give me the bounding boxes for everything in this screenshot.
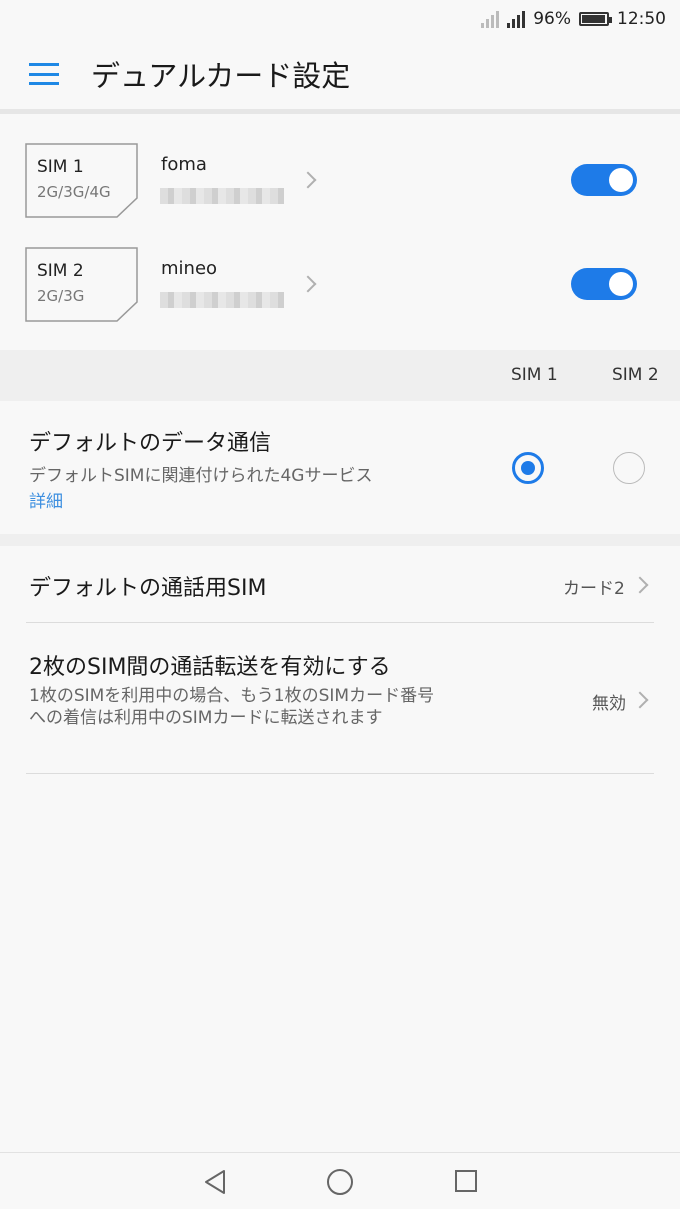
sim-network-type: 2G/3G/4G — [37, 183, 111, 201]
radio-sim2[interactable] — [613, 452, 645, 484]
sim-network-type: 2G/3G — [37, 287, 85, 305]
sim-card-icon: SIM 1 2G/3G/4G — [25, 143, 138, 218]
signal-off-icon — [481, 10, 500, 28]
phone-number-masked — [160, 292, 284, 308]
page-title: デュアルカード設定 — [91, 59, 351, 93]
navigation-bar — [0, 1152, 680, 1209]
sim-name: SIM 2 — [37, 261, 84, 281]
sim-column-header: SIM 1 SIM 2 — [0, 350, 680, 401]
sim-row-1[interactable]: SIM 1 2G/3G/4G foma — [0, 128, 680, 228]
default-call-value: カード2 — [563, 579, 625, 599]
section-separator — [0, 534, 680, 546]
recent-apps-icon[interactable] — [455, 1170, 477, 1192]
signal-icon — [507, 10, 526, 28]
clock: 12:50 — [617, 9, 666, 29]
carrier-name: foma — [161, 154, 207, 175]
battery-percent: 96% — [533, 9, 571, 29]
sim-card-icon: SIM 2 2G/3G — [25, 247, 138, 322]
chevron-right-icon — [631, 576, 649, 594]
sim-name: SIM 1 — [37, 157, 84, 177]
sim-1-toggle[interactable] — [571, 164, 637, 196]
radio-sim1-selected[interactable] — [512, 452, 544, 484]
divider — [26, 773, 654, 774]
menu-icon[interactable] — [29, 63, 59, 85]
default-call-sim-row[interactable]: デフォルトの通話用SIM カード2 — [0, 546, 680, 622]
default-call-title: デフォルトの通話用SIM — [29, 576, 267, 601]
default-data-title: デフォルトのデータ通信 — [29, 431, 272, 456]
home-icon[interactable] — [327, 1169, 353, 1195]
call-forward-subtitle: 1枚のSIMを利用中の場合、もう1枚のSIMカード番号への着信は利用中のSIMカ… — [29, 686, 435, 728]
sim-2-toggle[interactable] — [571, 268, 637, 300]
column-label-sim1: SIM 1 — [511, 365, 558, 385]
default-data-setting: デフォルトのデータ通信 デフォルトSIMに関連付けられた4Gサービス 詳細 — [0, 401, 680, 534]
back-icon[interactable] — [203, 1169, 227, 1195]
carrier-name: mineo — [161, 258, 218, 279]
battery-icon — [579, 12, 612, 26]
chevron-right-icon — [299, 171, 317, 189]
chevron-right-icon — [631, 691, 649, 709]
call-forward-value: 無効 — [592, 694, 626, 714]
phone-number-masked — [160, 188, 284, 204]
call-forward-row[interactable]: 2枚のSIM間の通話転送を有効にする 1枚のSIMを利用中の場合、もう1枚のSI… — [0, 623, 680, 773]
sim-row-2[interactable]: SIM 2 2G/3G mineo — [0, 232, 680, 332]
status-bar: 96% 12:50 — [0, 0, 680, 38]
column-label-sim2: SIM 2 — [612, 365, 659, 385]
default-data-subtitle: デフォルトSIMに関連付けられた4Gサービス — [29, 466, 373, 486]
header-divider — [0, 109, 680, 114]
app-bar: デュアルカード設定 — [0, 38, 680, 110]
chevron-right-icon — [299, 275, 317, 293]
details-link[interactable]: 詳細 — [29, 487, 63, 512]
call-forward-title: 2枚のSIM間の通話転送を有効にする — [29, 655, 391, 680]
